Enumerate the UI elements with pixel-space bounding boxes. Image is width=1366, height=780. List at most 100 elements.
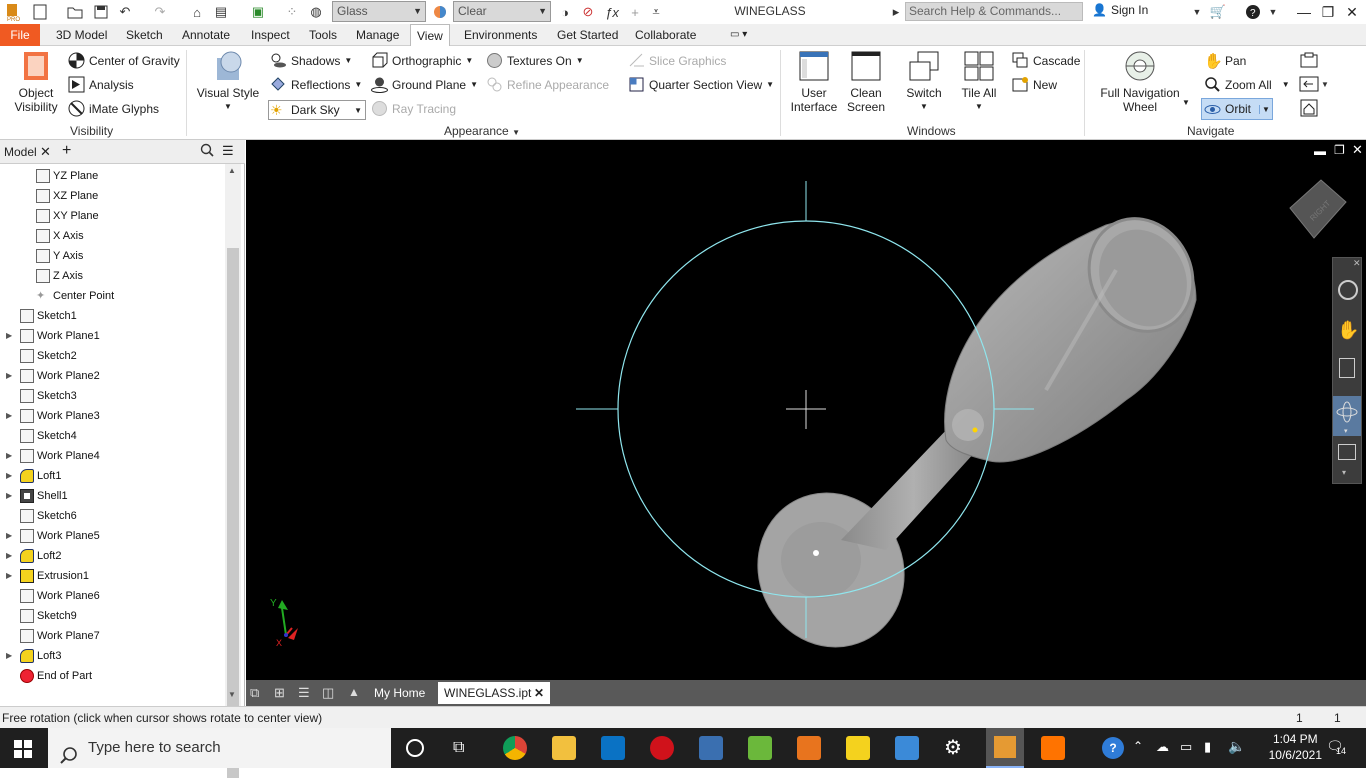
- viewport-minimize-icon[interactable]: ▬: [1314, 144, 1326, 158]
- tree-item[interactable]: X Axis: [36, 226, 84, 246]
- scroll-down-icon[interactable]: ▼: [228, 690, 236, 699]
- pan-button[interactable]: ✋ Pan: [1204, 52, 1246, 70]
- tab-annotate[interactable]: Annotate: [176, 24, 236, 46]
- inventor-logo-icon[interactable]: PRO: [2, 2, 22, 22]
- ground-plane-button[interactable]: Ground Plane ▼: [371, 76, 478, 93]
- pdf-icon[interactable]: [846, 736, 870, 760]
- document-list-icon[interactable]: ▲: [348, 685, 360, 699]
- tree-item[interactable]: Sketch4: [20, 426, 77, 446]
- tab-view[interactable]: View: [410, 24, 450, 47]
- tab-environments[interactable]: Environments: [458, 24, 543, 46]
- tree-expand-icon[interactable]: ▶: [6, 491, 12, 500]
- ray-tracing-button[interactable]: Ray Tracing: [371, 100, 456, 117]
- mail-icon[interactable]: [601, 736, 625, 760]
- tree-item[interactable]: Work Plane3: [20, 406, 100, 426]
- tree-item[interactable]: Z Axis: [36, 266, 83, 286]
- tab-inspect[interactable]: Inspect: [245, 24, 296, 46]
- imate-glyphs-button[interactable]: iMate Glyphs: [68, 100, 159, 117]
- slice-graphics-button[interactable]: Slice Graphics: [628, 52, 726, 69]
- cart-icon[interactable]: 🛒: [1208, 2, 1228, 22]
- redo-icon[interactable]: ↷: [150, 2, 170, 22]
- tile-windows-icon[interactable]: ⊞: [274, 685, 285, 701]
- lighting-style-dropdown[interactable]: ☀ Dark Sky ▼: [268, 100, 366, 120]
- notifications-icon[interactable]: 🗨 14: [1326, 738, 1346, 756]
- photos-icon[interactable]: [895, 736, 919, 760]
- tree-expand-icon[interactable]: ▶: [6, 651, 12, 660]
- tab-close-icon[interactable]: ✕: [534, 682, 544, 704]
- save-icon[interactable]: [92, 2, 110, 22]
- adjust-appearance-icon[interactable]: ◑: [556, 2, 574, 22]
- chrome-icon[interactable]: [503, 736, 527, 760]
- tab-3d-model[interactable]: 3D Model: [50, 24, 113, 46]
- network-app-icon[interactable]: [699, 736, 723, 760]
- tree-expand-icon[interactable]: ▶: [6, 451, 12, 460]
- tree-expand-icon[interactable]: ▶: [6, 411, 12, 420]
- tab-tools[interactable]: Tools: [303, 24, 343, 46]
- help-tray-icon[interactable]: ?: [1102, 737, 1124, 759]
- zoom-all-button[interactable]: Zoom All ▼: [1204, 76, 1290, 93]
- new-file-icon[interactable]: [30, 2, 50, 22]
- tab-wineglass[interactable]: WINEGLASS.ipt ✕: [438, 682, 550, 704]
- volume-tray-icon[interactable]: 🔈: [1228, 738, 1245, 755]
- close-button[interactable]: ✕: [1336, 0, 1366, 24]
- tree-item[interactable]: Work Plane6: [20, 586, 100, 606]
- navbar-look-at-icon[interactable]: [1338, 444, 1356, 460]
- windows-start-icon[interactable]: [14, 740, 32, 761]
- tree-item[interactable]: XY Plane: [36, 206, 99, 226]
- tree-item[interactable]: Work Plane5: [20, 526, 100, 546]
- tree-expand-icon[interactable]: ▶: [6, 371, 12, 380]
- tree-item[interactable]: Work Plane2: [20, 366, 100, 386]
- tree-item[interactable]: Sketch9: [20, 606, 77, 626]
- clear-appearance-icon[interactable]: ⊘: [579, 2, 597, 22]
- tab-my-home[interactable]: My Home: [368, 682, 431, 704]
- tree-expand-icon[interactable]: ▶: [6, 571, 12, 580]
- tree-item[interactable]: Sketch2: [20, 346, 77, 366]
- shadows-button[interactable]: Shadows ▼: [270, 52, 352, 69]
- help-search-input[interactable]: Search Help & Commands...: [905, 2, 1083, 21]
- tray-expand-icon[interactable]: ⌃: [1133, 739, 1143, 753]
- tree-expand-icon[interactable]: ▶: [6, 331, 12, 340]
- object-visibility-button[interactable]: Object Visibility: [8, 50, 64, 114]
- scroll-up-icon[interactable]: ▲: [228, 166, 236, 175]
- help-icon[interactable]: ?: [1240, 2, 1266, 22]
- tab-file[interactable]: File: [0, 24, 40, 46]
- network-tray-icon[interactable]: ☁: [1156, 739, 1169, 755]
- adjust-icon[interactable]: ⁘: [283, 2, 301, 22]
- quarter-section-view-button[interactable]: Quarter Section View ▼: [628, 76, 774, 93]
- tile-vertical-icon[interactable]: ◫: [322, 685, 334, 701]
- user-interface-button[interactable]: User Interface: [787, 50, 841, 114]
- plus-icon[interactable]: +: [626, 2, 644, 22]
- home-view-icon[interactable]: [1298, 98, 1320, 118]
- model-canvas[interactable]: Y X RIGHT: [246, 140, 1366, 680]
- new-window-button[interactable]: New: [1012, 76, 1057, 93]
- tree-item[interactable]: Loft1: [20, 466, 61, 486]
- tree-item[interactable]: YZ Plane: [36, 166, 98, 186]
- orbit-button[interactable]: Orbit ▼: [1201, 98, 1273, 120]
- ribbon-display-options-icon[interactable]: ▭ ▾: [724, 24, 753, 46]
- refine-appearance-button[interactable]: Refine Appearance: [486, 76, 609, 93]
- browser-menu-icon[interactable]: ☰: [222, 143, 234, 159]
- appearance-group-label[interactable]: Appearance ▼: [444, 124, 520, 138]
- orthographic-button[interactable]: Orthographic ▼: [371, 52, 473, 69]
- viewport-restore-icon[interactable]: ❐: [1334, 143, 1345, 157]
- taskbar-clock[interactable]: 1:04 PM 10/6/2021: [1269, 731, 1322, 763]
- inventor-taskbar-icon[interactable]: [986, 728, 1024, 768]
- signin-chevron-down-icon[interactable]: ▼: [1190, 2, 1204, 22]
- tree-item[interactable]: Extrusion1: [20, 566, 89, 586]
- color-sphere-icon[interactable]: [431, 2, 449, 22]
- home-icon[interactable]: ⌂: [187, 2, 207, 22]
- parameters-fx-icon[interactable]: ƒx: [602, 2, 622, 22]
- view-face-icon[interactable]: [1298, 50, 1320, 70]
- close-tab-icon[interactable]: ✕: [40, 144, 51, 160]
- battery-tray-icon[interactable]: ▮: [1204, 739, 1211, 755]
- opera-icon[interactable]: [650, 736, 674, 760]
- tree-item[interactable]: Shell1: [20, 486, 68, 506]
- textures-on-button[interactable]: Textures On ▼: [486, 52, 584, 69]
- navbar-orbit-icon[interactable]: ▾: [1333, 396, 1361, 436]
- wineglass-model[interactable]: [733, 200, 1213, 671]
- tree-item[interactable]: ✦ Center Point: [36, 286, 114, 306]
- taskbar-search-input[interactable]: Type here to search: [48, 728, 391, 768]
- file-explorer-icon[interactable]: [552, 736, 576, 760]
- appearance-dropdown[interactable]: Clear ▼: [453, 1, 551, 22]
- tree-item[interactable]: Sketch6: [20, 506, 77, 526]
